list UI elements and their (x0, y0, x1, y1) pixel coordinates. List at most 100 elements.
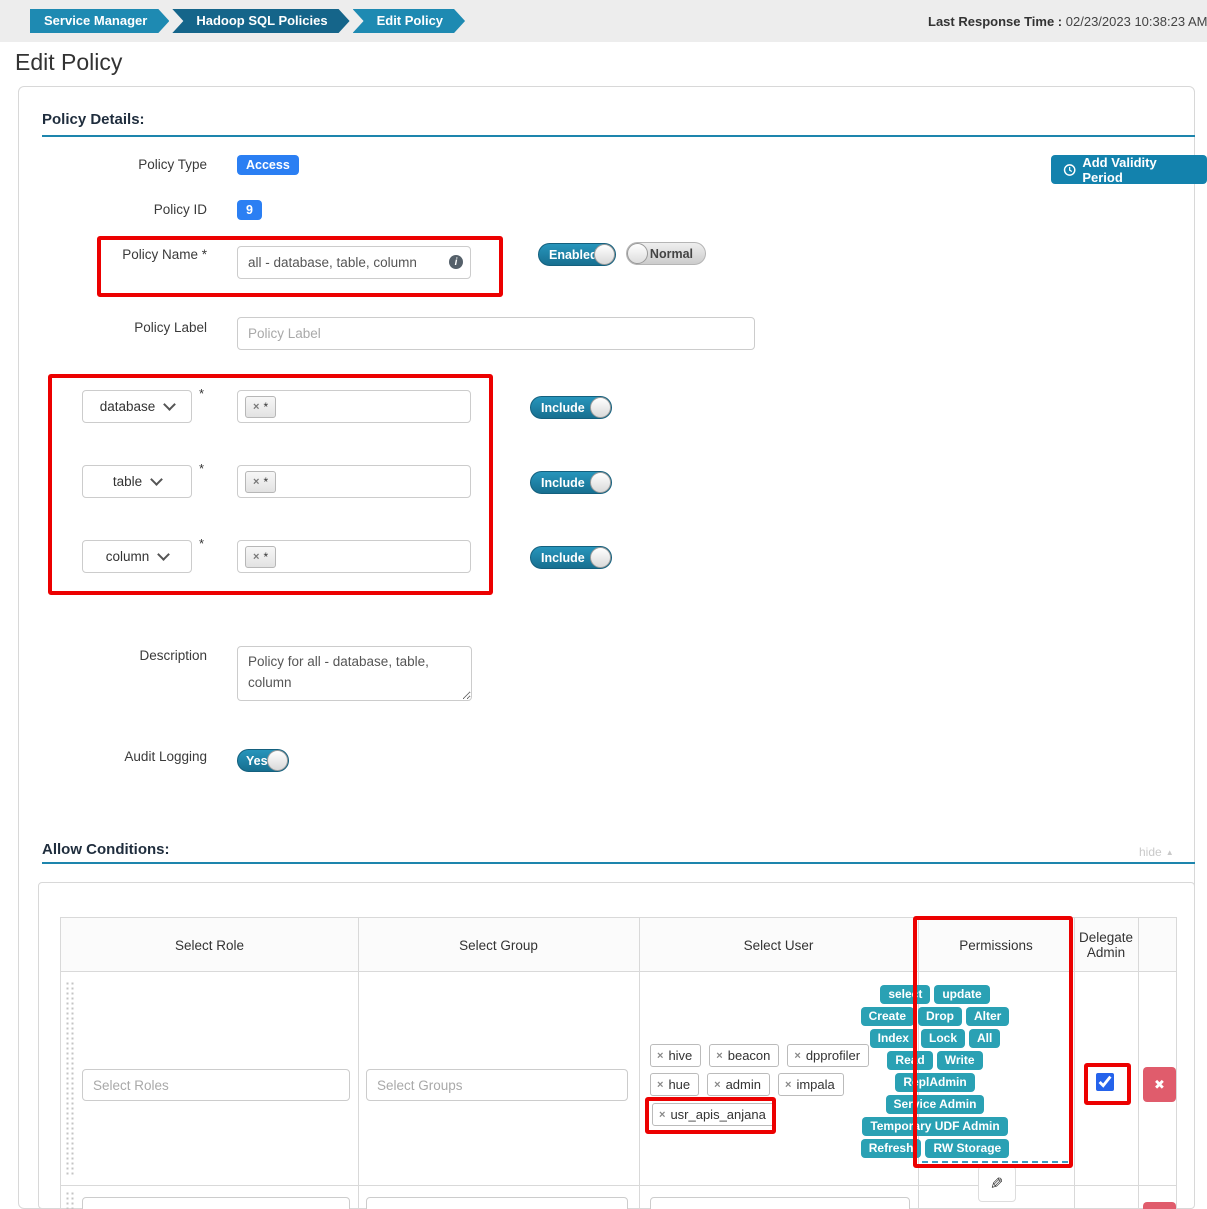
permission-badge[interactable]: Write (937, 1051, 983, 1070)
database-include-toggle[interactable]: Include (530, 396, 612, 419)
column-value-input[interactable]: × * (237, 540, 471, 573)
resource-tag: × * (245, 471, 276, 493)
remove-user-icon[interactable]: × (714, 1079, 720, 1091)
select-roles-input[interactable] (82, 1069, 350, 1101)
remove-user-icon[interactable]: × (785, 1079, 791, 1091)
policy-enabled-toggle[interactable]: Enabled (538, 243, 616, 266)
permission-badge[interactable]: Refresh (861, 1139, 922, 1158)
remove-tag-icon[interactable]: × (253, 551, 259, 563)
select-roles-input[interactable] (82, 1197, 350, 1209)
delete-condition-button[interactable]: ✖ (1143, 1067, 1176, 1102)
select-groups-input[interactable] (366, 1069, 628, 1101)
remove-tag-icon[interactable]: × (253, 476, 259, 488)
remove-user-icon[interactable]: × (657, 1079, 663, 1091)
user-tag-hive[interactable]: × hive (650, 1044, 701, 1067)
policy-type-label: Policy Type (40, 157, 207, 172)
edit-permissions-button[interactable]: ✎ (978, 1166, 1016, 1202)
description-textarea[interactable]: Policy for all - database, table, column (237, 646, 472, 701)
breadcrumb-edit-policy[interactable]: Edit Policy (353, 9, 465, 33)
resource-type-select-database[interactable]: database (82, 390, 192, 423)
column-include-toggle[interactable]: Include (530, 546, 612, 569)
resource-type-select-table[interactable]: table (82, 465, 192, 498)
allow-conditions-divider (42, 862, 1195, 864)
last-response-value: 02/23/2023 10:38:23 AM (1066, 14, 1207, 29)
user-tags-row: × hive ×beacon × dpprofiler (650, 1044, 869, 1067)
edit-policy-screen: Service Manager Hadoop SQL Policies Edit… (0, 0, 1207, 1209)
permission-badge[interactable]: Temporary UDF Admin (862, 1117, 1007, 1136)
permission-badge[interactable]: Create (861, 1007, 914, 1026)
policy-label-input[interactable] (237, 317, 755, 350)
permission-badge[interactable]: Drop (918, 1007, 962, 1026)
permission-badge[interactable]: Lock (921, 1029, 965, 1048)
resource-tag-value: * (263, 400, 268, 414)
table-include-toggle[interactable]: Include (530, 471, 612, 494)
permission-badge[interactable]: RW Storage (925, 1139, 1009, 1158)
row-drag-handle[interactable] (65, 981, 74, 1175)
policy-details-divider (42, 135, 1195, 137)
permission-badge[interactable]: update (934, 985, 989, 1004)
hide-label: hide (1139, 845, 1162, 859)
breadcrumb-hadoop-sql-policies[interactable]: Hadoop SQL Policies (172, 9, 349, 33)
delegate-admin-checkbox[interactable] (1096, 1073, 1114, 1091)
permission-badge[interactable]: All (969, 1029, 1000, 1048)
user-tag-label: admin (726, 1077, 761, 1092)
database-value-input[interactable]: × * (237, 390, 471, 423)
user-tag-label: dpprofiler (806, 1048, 860, 1063)
remove-tag-icon[interactable]: × (253, 401, 259, 413)
user-tag-beacon[interactable]: ×beacon (709, 1044, 779, 1067)
last-response-time: Last Response Time : 02/23/2023 10:38:23… (928, 14, 1207, 29)
permission-badge[interactable]: Read (887, 1051, 932, 1070)
hide-section-link[interactable]: hide ▲ (1139, 845, 1174, 859)
user-tag-dpprofiler[interactable]: × dpprofiler (787, 1044, 869, 1067)
delete-condition-button[interactable]: ✖ (1143, 1202, 1176, 1209)
policy-name-input[interactable] (237, 246, 471, 279)
collapse-arrow-icon: ▲ (1166, 848, 1174, 857)
permission-badge[interactable]: Alter (966, 1007, 1009, 1026)
description-label: Description (40, 648, 207, 663)
header-permissions: Permissions (918, 918, 1074, 972)
remove-user-icon[interactable]: × (794, 1050, 800, 1062)
remove-user-icon[interactable]: × (716, 1050, 722, 1062)
policy-label-label: Policy Label (40, 320, 207, 335)
permissions-divider (922, 1161, 1068, 1163)
user-tag-hue[interactable]: ×hue (650, 1073, 699, 1096)
breadcrumb-service-manager[interactable]: Service Manager (30, 9, 169, 33)
column-divider (1074, 918, 1075, 1208)
permission-badge[interactable]: select (880, 985, 930, 1004)
add-validity-period-button[interactable]: Add Validity Period (1051, 155, 1207, 184)
remove-user-icon[interactable]: × (659, 1109, 665, 1121)
chevron-down-icon (163, 398, 176, 411)
permission-badge[interactable]: Index (870, 1029, 917, 1048)
resource-tag: × * (245, 396, 276, 418)
breadcrumb: Service Manager Hadoop SQL Policies Edit… (30, 9, 465, 33)
audit-logging-toggle[interactable]: Yes (237, 749, 289, 772)
clock-icon (1063, 163, 1076, 177)
row-drag-handle[interactable] (65, 1191, 74, 1209)
resource-type-value: table (113, 474, 142, 489)
user-tag-label: usr_apis_anjana (670, 1107, 765, 1122)
required-asterisk: * (199, 386, 204, 401)
chevron-down-icon (150, 473, 163, 486)
column-divider (639, 918, 640, 1208)
permission-badge[interactable]: Service Admin (886, 1095, 985, 1114)
remove-user-icon[interactable]: × (657, 1050, 663, 1062)
required-asterisk: * (199, 461, 204, 476)
header-select-role: Select Role (61, 918, 358, 972)
last-response-label: Last Response Time : (928, 14, 1062, 29)
user-tag-label: hive (668, 1048, 692, 1063)
policy-details-title: Policy Details: (42, 111, 145, 128)
resource-tag-value: * (263, 475, 268, 489)
audit-logging-label: Audit Logging (40, 749, 207, 764)
user-tag-usr-apis-anjana[interactable]: × usr_apis_anjana (652, 1103, 775, 1126)
header-delegate-admin: Delegate Admin (1074, 918, 1138, 972)
permission-badge[interactable]: ReplAdmin (895, 1073, 974, 1092)
select-users-input[interactable] (650, 1197, 910, 1209)
select-groups-input[interactable] (366, 1197, 628, 1209)
resource-type-select-column[interactable]: column (82, 540, 192, 573)
table-value-input[interactable]: × * (237, 465, 471, 498)
policy-type-badge: Access (237, 155, 299, 175)
user-tag-admin[interactable]: × admin (707, 1073, 770, 1096)
user-tag-impala[interactable]: ×impala (778, 1073, 844, 1096)
policy-priority-toggle[interactable]: Normal (626, 242, 706, 265)
user-tags-row: × usr_apis_anjana (652, 1103, 775, 1126)
